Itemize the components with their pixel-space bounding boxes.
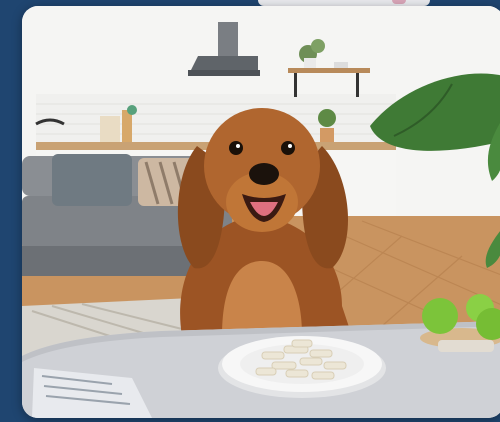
dog-photo [22, 6, 500, 418]
treat-plate [218, 336, 386, 398]
photo-card [22, 6, 500, 418]
top-strip-accent [392, 0, 406, 4]
cushion-blue [52, 154, 132, 206]
